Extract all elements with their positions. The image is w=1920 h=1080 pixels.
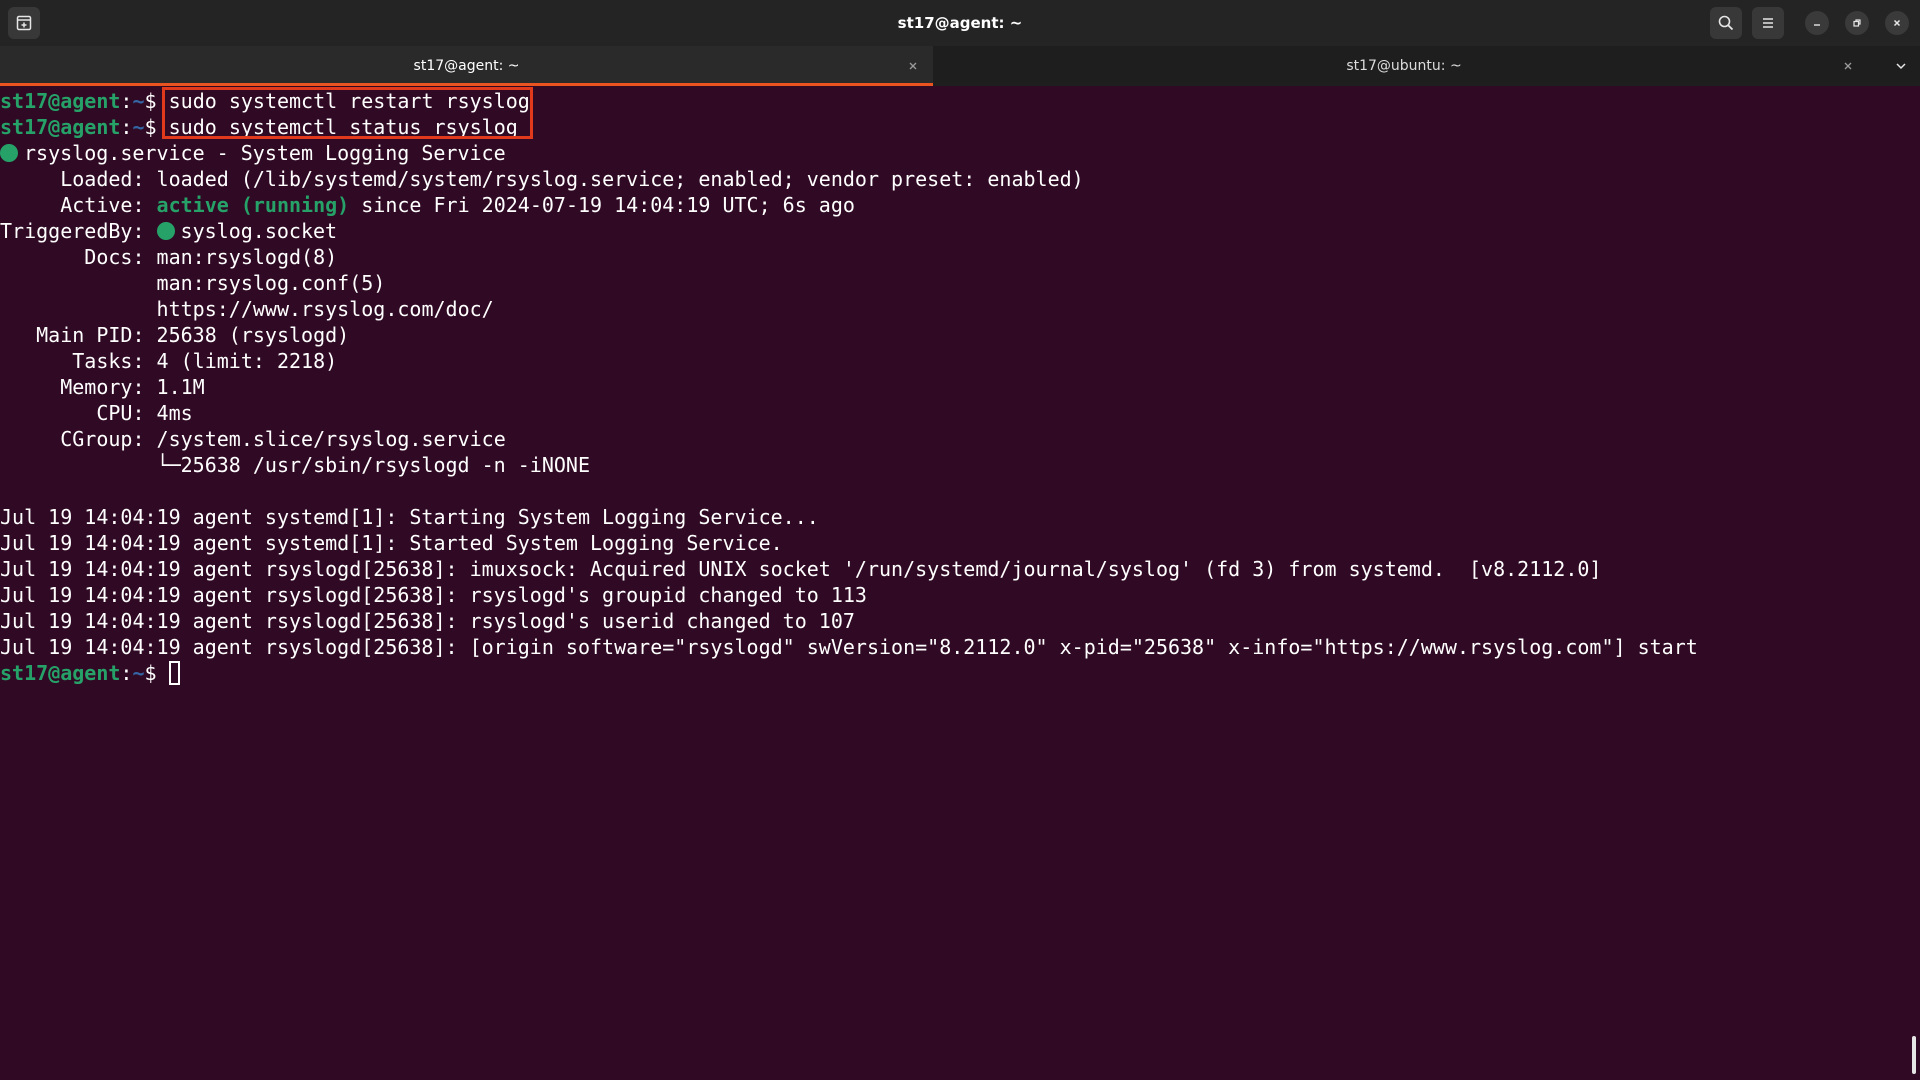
memory-line: Memory: 1.1M: [0, 375, 205, 399]
tab-close-icon: [1843, 61, 1853, 71]
tab-label: st17@agent: ~: [413, 58, 520, 74]
close-icon: [1892, 18, 1902, 28]
status-dot-icon: [0, 144, 18, 162]
prompt-path: ~: [132, 89, 145, 113]
command-text: sudo systemctl restart rsyslog: [168, 89, 530, 113]
close-button[interactable]: [1885, 11, 1909, 35]
restore-icon: [1852, 18, 1862, 28]
log-line: Jul 19 14:04:19 agent systemd[1]: Starte…: [0, 531, 783, 555]
cgroup-child-line: └─25638 /usr/sbin/rsyslogd -n -iNONE: [0, 453, 591, 477]
terminal-window: st17@agent: ~ st17@agent: ~ st17@ubuntu:…: [0, 0, 1920, 1080]
search-icon: [1718, 15, 1734, 31]
hamburger-menu-icon: [1760, 15, 1776, 31]
triggered-line: TriggeredBy: syslog.socket: [0, 219, 338, 243]
tab-agent[interactable]: st17@agent: ~: [0, 46, 933, 86]
minimize-icon: [1812, 18, 1822, 28]
restore-button[interactable]: [1845, 11, 1869, 35]
tab-list-button[interactable]: [1892, 57, 1910, 75]
log-line: Jul 19 14:04:19 agent rsyslogd[25638]: r…: [0, 609, 855, 633]
service-line: rsyslog.service - System Logging Service: [0, 140, 1920, 166]
tasks-line: Tasks: 4 (limit: 2218): [0, 349, 338, 373]
tab-ubuntu[interactable]: st17@ubuntu: ~: [933, 46, 1875, 86]
prompt-user: st17@agent: [0, 115, 121, 139]
docs-line: Docs: man:rsyslogd(8): [0, 245, 338, 269]
tab-ubuntu-close-button[interactable]: [1839, 57, 1857, 75]
log-line: Jul 19 14:04:19 agent rsyslogd[25638]: r…: [0, 583, 867, 607]
tab-close-icon: [908, 61, 918, 71]
scrollbar[interactable]: [1912, 1036, 1916, 1074]
active-line: Active: active (running) since Fri 2024-…: [0, 193, 855, 217]
main-pid-line: Main PID: 25638 (rsyslogd): [0, 323, 350, 347]
title-bar: st17@agent: ~: [0, 0, 1920, 46]
prompt-line: st17@agent:~$: [0, 660, 1920, 686]
loaded-line: Loaded: loaded (/lib/systemd/system/rsys…: [0, 167, 1084, 191]
cpu-line: CPU: 4ms: [0, 401, 193, 425]
prompt-path: ~: [132, 115, 145, 139]
prompt-user: st17@agent: [0, 661, 121, 685]
prompt-line: st17@agent:~$ sudo systemctl status rsys…: [0, 115, 518, 139]
log-line: Jul 19 14:04:19 agent rsyslogd[25638]: i…: [0, 557, 1602, 581]
active-tab-indicator: [0, 83, 933, 86]
search-button[interactable]: [1710, 7, 1742, 39]
log-line: Jul 19 14:04:19 agent rsyslogd[25638]: […: [0, 635, 1698, 659]
chevron-down-icon: [1895, 60, 1907, 72]
prompt-user: st17@agent: [0, 89, 121, 113]
command-text: sudo systemctl status rsyslog: [168, 115, 518, 139]
terminal-output[interactable]: st17@agent:~$ sudo systemctl restart rsy…: [0, 88, 1920, 1080]
docs-line: https://www.rsyslog.com/doc/: [156, 297, 494, 321]
text-cursor: [168, 661, 180, 685]
prompt-path: ~: [132, 661, 145, 685]
cgroup-line: CGroup: /system.slice/rsyslog.service: [0, 427, 506, 451]
menu-button[interactable]: [1752, 7, 1784, 39]
status-dot-icon: [156, 222, 175, 240]
tab-agent-close-button[interactable]: [904, 57, 922, 75]
window-title: st17@agent: ~: [897, 14, 1023, 32]
log-line: Jul 19 14:04:19 agent systemd[1]: Starti…: [0, 505, 819, 529]
prompt-line: st17@agent:~$ sudo systemctl restart rsy…: [0, 89, 530, 113]
docs-line: man:rsyslog.conf(5): [156, 271, 386, 295]
minimize-button[interactable]: [1805, 11, 1829, 35]
active-status: active (running): [156, 193, 350, 217]
tab-bar: st17@agent: ~ st17@ubuntu: ~: [0, 46, 1920, 86]
tab-label: st17@ubuntu: ~: [1346, 58, 1462, 74]
